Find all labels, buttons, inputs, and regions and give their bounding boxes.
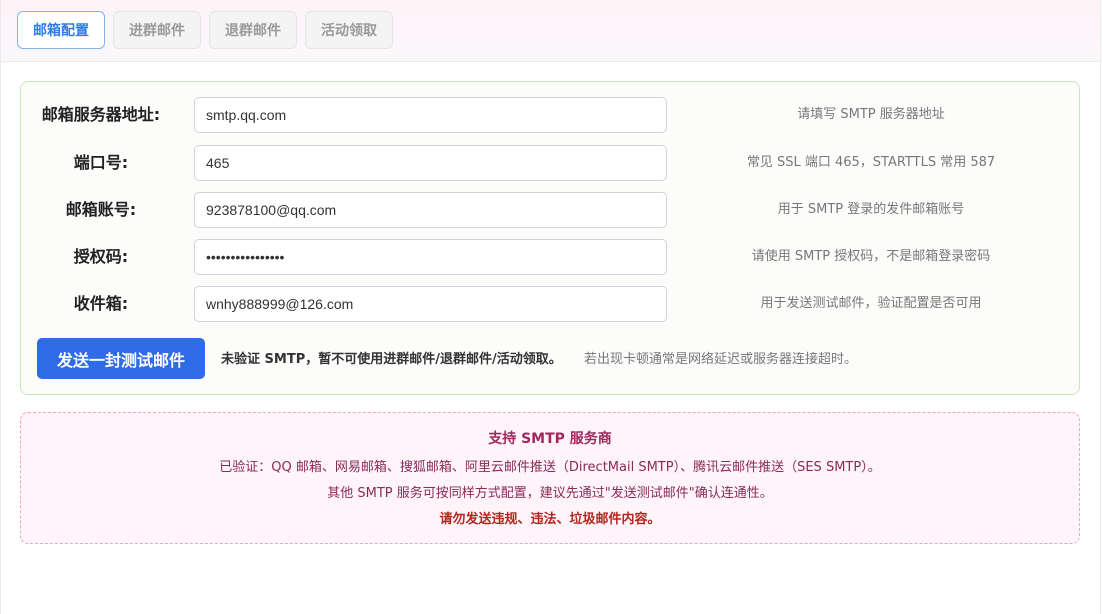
smtp-settings-page: 邮箱配置 进群邮件 退群邮件 活动领取 邮箱服务器地址: 请填写 SMTP 服务… [0,0,1101,614]
inbox-row: 收件箱: 用于发送测试邮件，验证配置是否可用 [21,286,1079,322]
smtp-provider-card: 支持 SMTP 服务商 已验证：QQ 邮箱、网易邮箱、搜狐邮箱、阿里云邮件推送（… [20,412,1080,544]
provider-title: 支持 SMTP 服务商 [488,431,612,447]
server-row: 邮箱服务器地址: 请填写 SMTP 服务器地址 [21,97,1079,133]
port-input[interactable] [194,145,667,181]
port-row: 端口号: 常见 SSL 端口 465，STARTTLS 常用 587 [21,145,1079,181]
tab-mail-config[interactable]: 邮箱配置 [17,11,105,49]
server-input[interactable] [194,97,667,133]
port-hint: 常见 SSL 端口 465，STARTTLS 常用 587 [746,155,996,170]
auth-code-input[interactable] [194,239,667,275]
server-hint: 请填写 SMTP 服务器地址 [797,107,945,122]
server-label: 邮箱服务器地址: [41,105,161,124]
provider-verified: 已验证：QQ 邮箱、网易邮箱、搜狐邮箱、阿里云邮件推送（DirectMail S… [219,460,881,475]
smtp-config-card: 邮箱服务器地址: 请填写 SMTP 服务器地址 端口号: 常见 SSL 端口 4… [20,81,1080,395]
port-label: 端口号: [73,153,129,172]
account-input[interactable] [194,192,667,228]
unverified-warning: 未验证 SMTP，暂不可使用进群邮件/退群邮件/活动领取。 [221,352,562,367]
provider-others: 其他 SMTP 服务可按同样方式配置，建议先通过"发送测试邮件"确认连通性。 [327,486,773,501]
auth-code-row: 授权码: 请使用 SMTP 授权码，不是邮箱登录密码 [21,239,1079,275]
auth-code-hint: 请使用 SMTP 授权码，不是邮箱登录密码 [751,249,991,264]
tab-leave-group-mail[interactable]: 退群邮件 [209,11,297,49]
provider-warning: 请勿发送违规、违法、垃圾邮件内容。 [439,512,661,527]
inbox-label: 收件箱: [73,294,129,313]
tab-join-group-mail[interactable]: 进群邮件 [113,11,201,49]
inbox-input[interactable] [194,286,667,322]
tab-event-claim[interactable]: 活动领取 [305,11,393,49]
lag-tip: 若出现卡顿通常是网络延迟或服务器连接超时。 [584,352,858,367]
account-label: 邮箱账号: [65,200,137,219]
auth-code-label: 授权码: [73,247,129,266]
inbox-hint: 用于发送测试邮件，验证配置是否可用 [760,296,982,311]
account-row: 邮箱账号: 用于 SMTP 登录的发件邮箱账号 [21,192,1079,228]
account-hint: 用于 SMTP 登录的发件邮箱账号 [777,202,965,217]
tab-bar: 邮箱配置 进群邮件 退群邮件 活动领取 [1,0,1100,62]
send-test-mail-button[interactable]: 发送一封测试邮件 [37,338,205,379]
